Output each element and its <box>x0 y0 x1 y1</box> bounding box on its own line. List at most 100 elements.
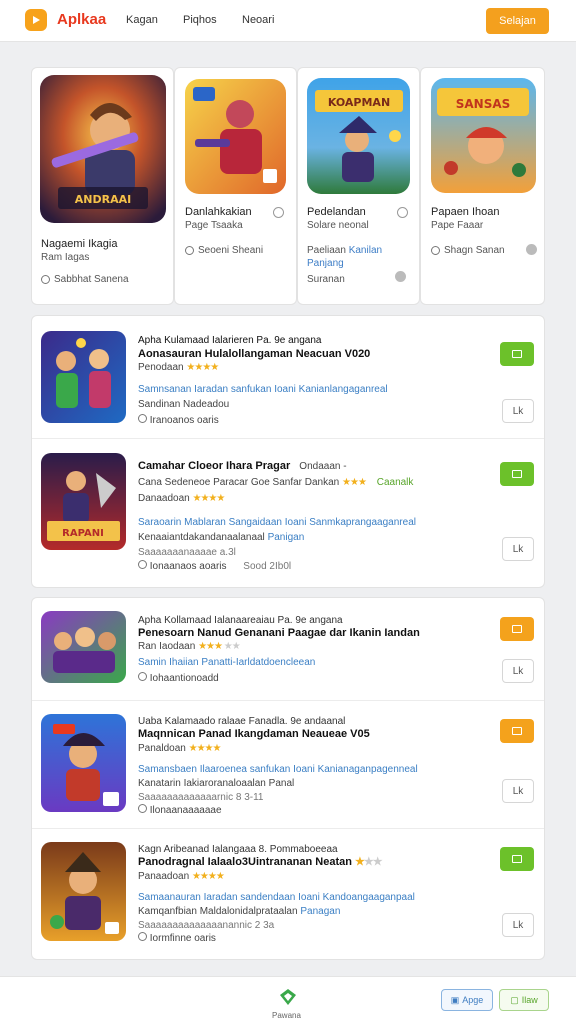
featured-meta-text: Sabbhat Sanena <box>54 274 129 285</box>
clock-icon <box>41 275 50 284</box>
game-subtitle: Penesoarn Nanud Genanani Paagae dar Ikan… <box>138 627 420 639</box>
featured-card[interactable]: KOAPMAN Pedelandan Solare neonal Paeliaa… <box>297 67 420 305</box>
list-item[interactable]: Apha Kollamaad Ialanaareaiau Pa. 9e anga… <box>32 598 544 701</box>
game-publisher: Kenaaiantdakandanaalanaal Panigan <box>138 531 304 544</box>
footer-logo-icon[interactable] <box>278 987 298 1007</box>
rating-stars: ★★★★ <box>188 743 222 754</box>
like-button[interactable]: Lk <box>502 659 534 683</box>
game-subtitle: Panodragnal Ialaalo3Uintrananan Neatan ★… <box>138 856 383 869</box>
game-publisher-accent: Panagan <box>300 906 341 917</box>
like-button[interactable]: Lk <box>502 913 534 937</box>
game-stats-text: Iormfinne oaris <box>149 933 216 944</box>
header-cta-button[interactable]: Selajan <box>486 8 549 34</box>
install-button[interactable] <box>500 462 534 486</box>
app-icon: ▣ <box>450 994 460 1005</box>
featured-game-art <box>185 79 286 194</box>
clock-icon <box>138 672 147 681</box>
featured-title: Papaen Ihoan <box>431 206 500 218</box>
download-icon <box>512 470 522 478</box>
game-thumbnail: RAPANI <box>41 453 126 550</box>
game-publisher-text: Kamqanfbian Maldalonidalprataalan <box>138 906 298 917</box>
download-icon <box>512 727 522 735</box>
favorite-icon[interactable] <box>397 207 408 218</box>
rating-stars: ★★★ ★★ <box>198 641 241 652</box>
game-publisher: Kamqanfbian Maldalonidalprataalan Panaga… <box>138 905 340 918</box>
favorite-icon[interactable] <box>273 207 284 218</box>
list-item[interactable]: RAPANI Camahar Cloeor Ihara Pragar Ondaa… <box>32 439 544 587</box>
featured-subtitle: Page Tsaaka <box>185 220 243 231</box>
clock-icon <box>138 414 147 423</box>
download-icon <box>512 855 522 863</box>
svg-text:ANDRAAI: ANDRAAI <box>75 193 131 206</box>
game-title: Kagn Aribeanad Ialangaaa 8. Pommaboeeaa <box>138 844 338 855</box>
game-version: Saaaaaaaaaaaaaanannic 2 3a <box>138 920 275 931</box>
game-rating-row: Ran Iaodaan ★★★ ★★ <box>138 640 241 653</box>
featured-meta-text: Seoeni Sheani <box>198 245 264 256</box>
game-stats-text: Iranoanos oaris <box>149 415 219 426</box>
game-category: Panaldoan <box>138 743 186 754</box>
featured-subtitle: Ram Iagas <box>41 252 90 263</box>
game-thumbnail <box>41 611 126 683</box>
install-button[interactable] <box>500 617 534 641</box>
like-button[interactable]: Lk <box>502 779 534 803</box>
game-stats-tail: Sood 2Ib0l <box>243 561 292 572</box>
nav-link-2[interactable]: Piqhos <box>183 14 217 26</box>
featured-subtitle: Solare neonal <box>307 220 369 231</box>
game-thumbnail <box>41 714 126 812</box>
game-publisher: Kanatarin Iakiaroranaloaalan Panal <box>138 778 295 789</box>
game-category: Penodaan <box>138 362 184 373</box>
list-item[interactable]: Uaba Kalamaado ralaae Fanadla. 9e andaan… <box>32 701 544 829</box>
footer-app-button[interactable]: ▣ Apge <box>441 989 493 1011</box>
game-publisher-text: Kenaaiantdakandanaalanaal <box>138 532 265 543</box>
game-subtitle: Aonasauran Hulalollangaman Neacuan V020 <box>138 348 371 360</box>
featured-card[interactable]: Danlahkakian Page Tsaaka Seoeni Sheani <box>174 67 297 305</box>
list-item[interactable]: Apha Kulamaad Ialarieren Pa. 9e angana A… <box>32 316 544 439</box>
app-logo-icon[interactable] <box>25 9 47 31</box>
game-rating-row: Panaadoan ★★★★ <box>138 870 225 883</box>
featured-subtitle: Pape Faaar <box>431 220 484 231</box>
game-thumbnail <box>41 842 126 941</box>
game-stats: Ilonaanaaaaaae <box>138 804 222 817</box>
game-rating-row: Panaldoan ★★★★ <box>138 742 222 755</box>
like-button[interactable]: Lk <box>502 399 534 423</box>
app-logo-text[interactable]: Aplkaa <box>57 11 106 28</box>
like-button[interactable]: Lk <box>502 537 534 561</box>
game-description: Samaanauran Iaradan sandendaan Ioani Kan… <box>138 892 415 903</box>
featured-meta: Seoeni Sheani <box>185 245 263 256</box>
view-icon: ▢ <box>510 994 519 1005</box>
featured-card[interactable]: ANDRAAI Nagaemi Ikagia Ram Iagas Sabbhat… <box>31 67 174 305</box>
rating-stars: ★★★ <box>342 477 367 488</box>
featured-detail: Paeliaan Kanilan <box>307 244 382 257</box>
game-category: Ran Iaodaan <box>138 641 196 652</box>
clock-icon <box>138 932 147 941</box>
game-subtitle-text: Panodragnal Ialaalo3Uintrananan Neatan <box>138 856 352 868</box>
game-stats: Iohaantionoadd <box>138 672 219 685</box>
nav-link-3[interactable]: Neoari <box>242 14 274 26</box>
footer-bar: Pawana ▣ Apge ▢ Ilaw <box>0 976 576 1024</box>
nav-link-1[interactable]: Kagan <box>126 14 158 26</box>
game-description: Saraoarin Mablaran Sangaidaan Ioani Sanm… <box>138 517 416 528</box>
check-icon <box>526 244 537 255</box>
game-stats-text: Iohaantionoadd <box>149 673 219 684</box>
footer-view-label: Ilaw <box>521 995 538 1005</box>
game-tag: Caanalk <box>376 477 414 488</box>
list-item[interactable]: Kagn Aribeanad Ialangaaa 8. Pommaboeeaa … <box>32 829 544 959</box>
install-button[interactable] <box>500 847 534 871</box>
featured-meta: Sabbhat Sanena <box>41 274 129 285</box>
game-rating-row: Danaadoan ★★★★ <box>138 492 225 505</box>
svg-text:KOAPMAN: KOAPMAN <box>328 96 390 109</box>
featured-meta-text: Suranan <box>307 274 345 285</box>
rating-stars: ★★★★ <box>191 871 225 882</box>
install-button[interactable] <box>500 342 534 366</box>
game-description: Samnsanan Iaradan sanfukan Ioani Kanianl… <box>138 384 388 395</box>
rating-stars: ★★★★ <box>186 362 219 373</box>
game-subtitle: Maqnnican Panad Ikangdaman Neaueae V05 <box>138 728 370 740</box>
featured-title: Danlahkakian <box>185 206 252 218</box>
install-button[interactable] <box>500 719 534 743</box>
featured-card[interactable]: SANSAS Papaen Ihoan Pape Faaar Shagn San… <box>420 67 545 305</box>
footer-view-button[interactable]: ▢ Ilaw <box>499 989 549 1011</box>
featured-section: ANDRAAI Nagaemi Ikagia Ram Iagas Sabbhat… <box>31 67 545 305</box>
game-title: Apha Kollamaad Ialanaareaiau Pa. 9e anga… <box>138 615 343 626</box>
game-version: Saaaaaaanaaaae a.3l <box>138 547 236 558</box>
footer-app-label: Apge <box>462 995 484 1005</box>
